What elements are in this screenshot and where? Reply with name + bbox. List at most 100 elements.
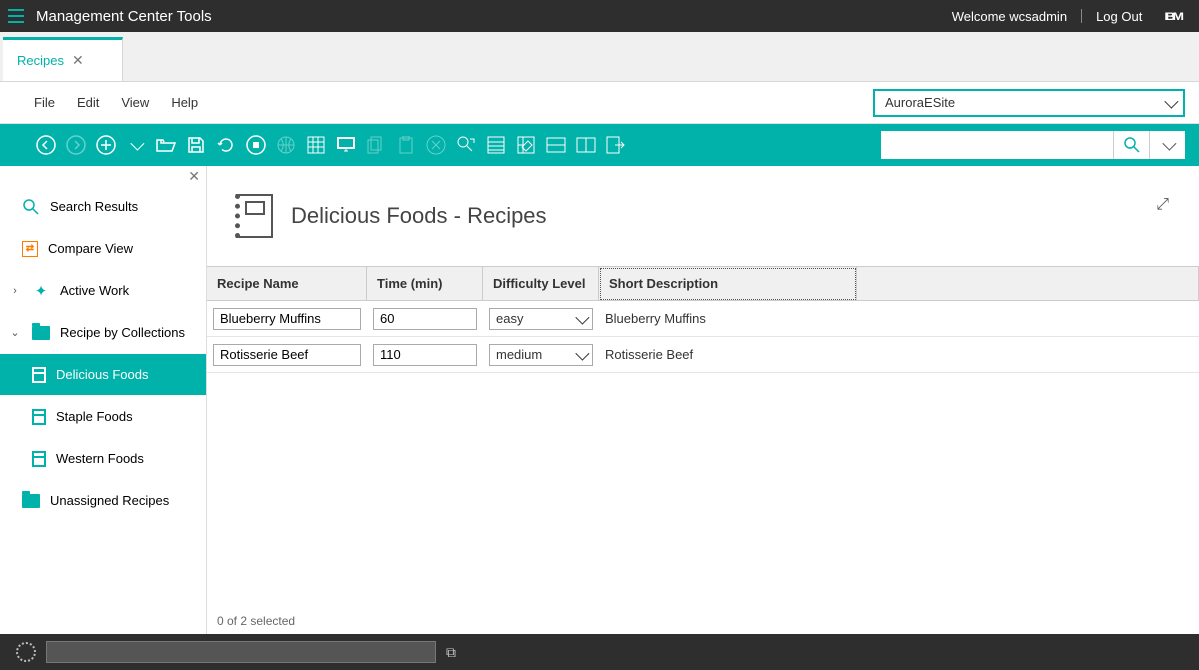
ibm-logo: IBM [1164, 10, 1181, 23]
nav-label: Staple Foods [56, 409, 206, 424]
menu-view[interactable]: View [121, 95, 149, 110]
menu-edit[interactable]: Edit [77, 95, 99, 110]
panel-close-icon[interactable]: ✕ [188, 168, 200, 185]
nav-label: Unassigned Recipes [50, 493, 206, 508]
maximize-icon[interactable]: ⤢ [1156, 196, 1169, 214]
table-view-icon[interactable] [484, 133, 508, 157]
nav-compare-view[interactable]: ⇄ Compare View [0, 228, 206, 270]
chevron-down-icon [575, 346, 589, 360]
delete-icon[interactable] [424, 133, 448, 157]
nav-western-foods[interactable]: Western Foods [0, 438, 206, 480]
nav-search-results[interactable]: Search Results [0, 186, 206, 228]
nav-recipe-by-collections[interactable]: ⌄ Recipe by Collections [0, 312, 206, 354]
nav-label: Western Foods [56, 451, 206, 466]
column-edit-icon[interactable] [514, 133, 538, 157]
paste-icon[interactable] [394, 133, 418, 157]
new-dropdown[interactable] [124, 133, 148, 157]
search-input[interactable] [881, 131, 1113, 159]
tab-close-icon[interactable]: ✕ [72, 52, 84, 69]
open-button[interactable] [154, 133, 178, 157]
desc-text: Blueberry Muffins [605, 311, 706, 326]
nav-label: Delicious Foods [56, 367, 206, 382]
nav-label: Search Results [50, 199, 206, 214]
export-icon[interactable] [604, 133, 628, 157]
logout-link[interactable]: Log Out [1096, 9, 1142, 24]
menu-bar: File Edit View Help AuroraESite [0, 82, 1199, 124]
progress-spinner-icon [16, 642, 36, 662]
collection-icon [32, 409, 46, 425]
find-replace-icon[interactable] [454, 133, 478, 157]
recipe-name-input[interactable] [213, 308, 361, 330]
toolbar [0, 124, 1199, 166]
recipe-name-input[interactable] [213, 344, 361, 366]
folder-icon [32, 326, 50, 340]
layout-v-icon[interactable] [574, 133, 598, 157]
recipes-table: Recipe Name Time (min) Difficulty Level … [207, 266, 1199, 373]
nav-label: Compare View [48, 241, 206, 256]
select-value: easy [496, 311, 523, 326]
globe-icon[interactable] [274, 133, 298, 157]
screen-icon[interactable] [334, 133, 358, 157]
nav-label: Active Work [60, 283, 206, 298]
status-bar: ⧉ [0, 634, 1199, 670]
chevron-down-icon [1164, 94, 1178, 108]
desc-text: Rotisserie Beef [605, 347, 693, 362]
copy-icon[interactable] [364, 133, 388, 157]
search-options-dropdown[interactable] [1149, 131, 1185, 159]
difficulty-select[interactable]: medium [489, 344, 593, 366]
compare-icon: ⇄ [22, 241, 38, 257]
content-panel: Delicious Foods - Recipes ⤢ Recipe Name … [207, 166, 1199, 634]
nav-unassigned-recipes[interactable]: Unassigned Recipes [0, 480, 206, 522]
collapse-arrow-icon[interactable]: ⌄ [8, 326, 22, 339]
difficulty-select[interactable]: easy [489, 308, 593, 330]
menu-file[interactable]: File [34, 95, 55, 110]
refresh-button[interactable] [214, 133, 238, 157]
site-selector-value: AuroraESite [885, 95, 955, 110]
new-button[interactable] [94, 133, 118, 157]
col-time[interactable]: Time (min) [367, 267, 483, 301]
menu-help[interactable]: Help [171, 95, 198, 110]
grid-icon[interactable] [304, 133, 328, 157]
toolbar-search [881, 131, 1185, 159]
welcome-text: Welcome wcsadmin [952, 9, 1067, 24]
top-bar: Management Center Tools Welcome wcsadmin… [0, 0, 1199, 32]
main-menu-button[interactable] [0, 0, 32, 32]
chevron-down-icon [575, 310, 589, 324]
search-icon [22, 198, 40, 216]
nav-active-work[interactable]: › ✦ Active Work [0, 270, 206, 312]
table-row[interactable]: medium Rotisserie Beef [207, 337, 1199, 373]
table-header: Recipe Name Time (min) Difficulty Level … [207, 267, 1199, 301]
tab-strip: Recipes ✕ [0, 32, 1199, 82]
app-title: Management Center Tools [32, 8, 212, 25]
tab-label: Recipes [17, 53, 64, 68]
expand-arrow-icon[interactable]: › [8, 285, 22, 297]
table-row[interactable]: easy Blueberry Muffins [207, 301, 1199, 337]
save-button[interactable] [184, 133, 208, 157]
navigation-panel: ✕ Search Results ⇄ Compare View › ✦ Acti… [0, 166, 207, 634]
back-button[interactable] [34, 133, 58, 157]
col-difficulty[interactable]: Difficulty Level [483, 267, 599, 301]
collection-icon [32, 367, 46, 383]
collection-icon [32, 451, 46, 467]
search-button[interactable] [1113, 131, 1149, 159]
forward-button[interactable] [64, 133, 88, 157]
col-spacer [857, 267, 1199, 301]
time-input[interactable] [373, 344, 477, 366]
layout-h-icon[interactable] [544, 133, 568, 157]
nav-staple-foods[interactable]: Staple Foods [0, 396, 206, 438]
status-input[interactable] [46, 641, 436, 663]
popout-icon[interactable]: ⧉ [446, 644, 456, 661]
star-icon: ✦ [32, 282, 50, 300]
nav-label: Recipe by Collections [60, 325, 206, 340]
site-selector[interactable]: AuroraESite [873, 89, 1185, 117]
time-input[interactable] [373, 308, 477, 330]
stop-button[interactable] [244, 133, 268, 157]
col-recipe-name[interactable]: Recipe Name [207, 267, 367, 301]
divider [1081, 9, 1082, 23]
col-short-description[interactable]: Short Description [599, 267, 857, 301]
tab-recipes[interactable]: Recipes ✕ [3, 37, 123, 81]
select-value: medium [496, 347, 542, 362]
nav-delicious-foods[interactable]: Delicious Foods [0, 354, 206, 396]
page-type-icon [235, 194, 273, 238]
folder-icon [22, 494, 40, 508]
